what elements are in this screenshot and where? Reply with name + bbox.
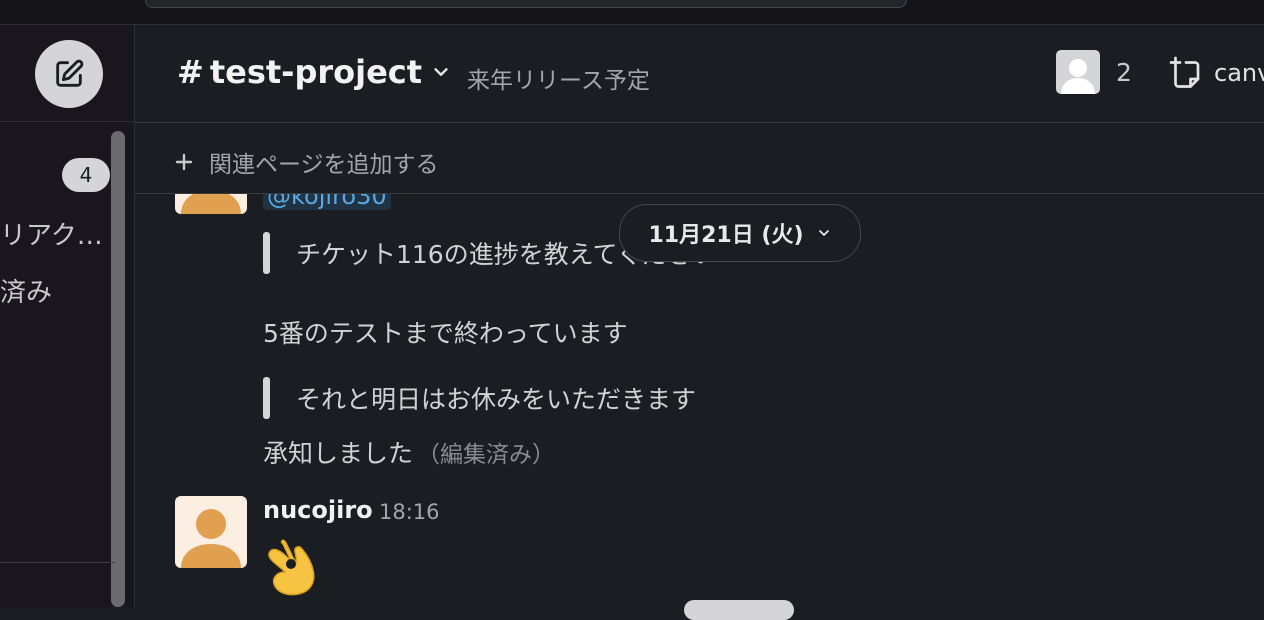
date-divider-button[interactable]: 11月21日 (火) xyxy=(619,204,861,262)
user-avatar-icon xyxy=(1056,50,1100,94)
sidebar-divider xyxy=(0,121,134,122)
sidebar-item-reactions[interactable]: リアク… xyxy=(0,215,100,252)
message-text: 承知しました （編集済み） xyxy=(263,434,555,470)
edited-label: （編集済み） xyxy=(417,442,556,468)
channel-topic[interactable]: 来年リリース予定 xyxy=(467,61,650,95)
members-button[interactable]: 2 xyxy=(1056,50,1132,94)
top-bar xyxy=(0,0,1264,25)
chevron-down-icon xyxy=(818,230,829,236)
channel-hash: # xyxy=(177,53,204,91)
unread-badge: 4 xyxy=(62,158,110,192)
member-count: 2 xyxy=(1116,57,1132,87)
add-bookmark-label: 関連ページを追加する xyxy=(209,152,439,178)
canvas-label: canv xyxy=(1214,59,1264,87)
message-body: 承知しました xyxy=(263,439,414,468)
search-bar[interactable] xyxy=(145,0,907,8)
quote-bar xyxy=(263,377,270,419)
canvas-add-icon xyxy=(1169,56,1200,88)
ok-hand-emoji xyxy=(263,530,327,596)
new-messages-pill[interactable] xyxy=(684,600,794,620)
sidebar-divider xyxy=(0,562,115,563)
chevron-down-icon xyxy=(434,68,448,76)
bookmarks-bar: 関連ページを追加する xyxy=(135,123,1264,194)
quote-text: それと明日はお休みをいただきます xyxy=(296,385,697,414)
message-author[interactable]: nucojiro xyxy=(263,496,373,524)
compose-button[interactable] xyxy=(35,40,103,108)
message-timestamp[interactable]: 18:16 xyxy=(379,500,440,524)
add-bookmark-button[interactable]: 関連ページを追加する xyxy=(175,145,439,179)
sidebar: 4 リアク… 済み xyxy=(0,25,135,607)
sidebar-scrollbar[interactable] xyxy=(111,131,125,607)
channel-header: # test-project 来年リリース予定 2 canv xyxy=(135,25,1264,123)
sidebar-item-done[interactable]: 済み xyxy=(0,272,100,309)
message-text: 5番のテストまで終わっています xyxy=(263,319,628,348)
quote-block: それと明日はお休みをいただきます xyxy=(263,377,696,419)
quote-bar xyxy=(263,232,270,274)
channel-name-button[interactable]: # test-project xyxy=(177,53,452,91)
date-label: 11月21日 (火) xyxy=(648,223,804,248)
user-mention[interactable]: @kojiro30 xyxy=(263,194,391,210)
plus-icon xyxy=(175,153,193,171)
canvas-button[interactable]: canv xyxy=(1168,55,1264,91)
avatar[interactable] xyxy=(175,194,247,214)
channel-pane: # test-project 来年リリース予定 2 canv xyxy=(135,25,1264,607)
channel-name: test-project xyxy=(209,53,423,91)
avatar[interactable] xyxy=(175,496,247,568)
compose-icon xyxy=(56,59,84,87)
